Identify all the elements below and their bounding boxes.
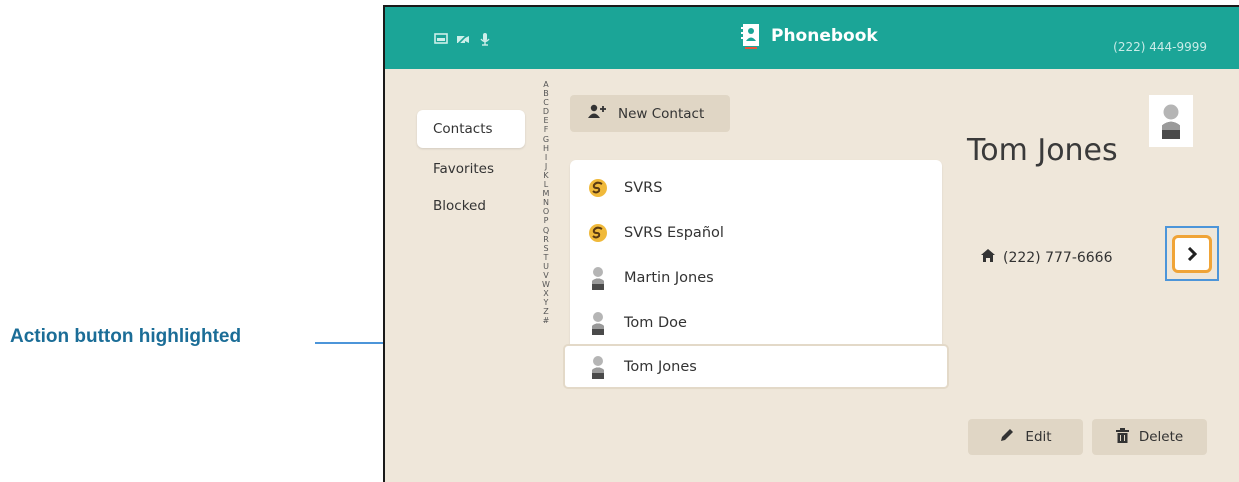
person-icon	[588, 311, 608, 335]
home-icon	[981, 249, 995, 266]
microphone-icon	[478, 31, 492, 46]
alphabet-letter[interactable]: W	[542, 280, 550, 289]
alphabet-letter[interactable]: J	[545, 162, 547, 171]
alphabet-letter[interactable]: U	[543, 262, 549, 271]
alphabet-letter[interactable]: L	[544, 180, 548, 189]
alphabet-letter[interactable]: B	[543, 89, 549, 98]
alphabet-letter[interactable]: Q	[543, 226, 549, 235]
callout-label: Action button highlighted	[10, 326, 242, 347]
alphabet-letter[interactable]: M	[543, 189, 550, 198]
delete-label: Delete	[1138, 429, 1184, 445]
contact-row-tom-jones[interactable]: Tom Jones	[563, 344, 949, 389]
trash-icon	[1115, 427, 1129, 447]
new-contact-button[interactable]: New Contact	[570, 95, 730, 132]
alphabet-index[interactable]: A B C D E F G H I J K L M N O P Q R S T U V W X Y Z #	[540, 80, 552, 326]
person-icon	[588, 266, 608, 290]
alphabet-letter[interactable]: N	[543, 198, 549, 207]
avatar	[1149, 95, 1193, 147]
contact-name: Tom Doe	[624, 314, 687, 331]
sidebar-item-favorites[interactable]: Favorites	[417, 154, 525, 191]
sidebar-nav: Contacts Favorites Blocked	[417, 110, 525, 228]
alphabet-letter[interactable]: Z	[543, 307, 548, 316]
header-bar: Phonebook (222) 444-9999	[385, 7, 1239, 69]
add-person-icon	[588, 104, 608, 124]
sidebar-item-blocked[interactable]: Blocked	[417, 191, 525, 228]
video-off-icon	[456, 31, 470, 46]
alphabet-letter[interactable]: X	[543, 289, 548, 298]
app-window: Phonebook (222) 444-9999 Contacts Favori…	[383, 5, 1239, 482]
contact-row-martin-jones[interactable]: Martin Jones	[570, 255, 942, 300]
delete-button[interactable]: Delete	[1092, 419, 1207, 455]
edit-label: Edit	[1025, 429, 1052, 445]
alphabet-letter[interactable]: I	[545, 153, 547, 162]
svrs-logo-icon	[588, 221, 608, 245]
alphabet-letter[interactable]: D	[543, 107, 549, 116]
alphabet-letter[interactable]: Y	[544, 298, 549, 307]
detail-contact-name: Tom Jones	[967, 133, 1118, 168]
app-title: Phonebook	[771, 26, 878, 46]
contact-name: Martin Jones	[624, 269, 714, 286]
contact-name: SVRS Español	[624, 224, 724, 241]
alphabet-letter[interactable]: O	[543, 207, 549, 216]
phone-entry: (222) 777-6666	[981, 249, 1113, 266]
contact-name: SVRS	[624, 179, 663, 196]
alphabet-letter[interactable]: E	[543, 116, 548, 125]
alphabet-letter[interactable]: C	[543, 98, 549, 107]
contact-row-svrs-espanol[interactable]: SVRS Español	[570, 210, 942, 255]
alphabet-letter[interactable]: S	[543, 244, 548, 253]
person-icon	[588, 355, 608, 379]
contact-list: SVRS SVRS Español Martin Jones Tom Doe T…	[563, 160, 949, 389]
alphabet-letter[interactable]: F	[544, 125, 549, 134]
alphabet-letter[interactable]: R	[543, 235, 549, 244]
phone-number: (222) 777-6666	[1003, 249, 1113, 266]
alphabet-letter[interactable]: T	[544, 253, 549, 262]
phonebook-icon	[739, 21, 761, 51]
contact-row-tom-doe[interactable]: Tom Doe	[570, 300, 942, 345]
contact-row-svrs[interactable]: SVRS	[570, 165, 942, 210]
alphabet-letter[interactable]: G	[543, 135, 549, 144]
svrs-logo-icon	[588, 176, 608, 200]
alphabet-letter[interactable]: #	[543, 316, 550, 325]
alphabet-letter[interactable]: A	[543, 80, 548, 89]
app-title-group: Phonebook	[739, 21, 878, 51]
status-icons	[434, 31, 492, 46]
pencil-icon	[999, 427, 1015, 447]
alphabet-letter[interactable]: K	[543, 171, 548, 180]
own-phone-number: (222) 444-9999	[1113, 40, 1207, 54]
person-icon	[1162, 104, 1180, 139]
sidebar-item-contacts[interactable]: Contacts	[417, 110, 525, 148]
screen-icon	[434, 31, 448, 45]
alphabet-letter[interactable]: P	[544, 216, 549, 225]
new-contact-label: New Contact	[618, 105, 705, 122]
highlight-box	[1165, 226, 1219, 281]
contact-name: Tom Jones	[624, 358, 697, 375]
alphabet-letter[interactable]: H	[543, 144, 549, 153]
alphabet-letter[interactable]: V	[543, 271, 548, 280]
edit-button[interactable]: Edit	[968, 419, 1083, 455]
